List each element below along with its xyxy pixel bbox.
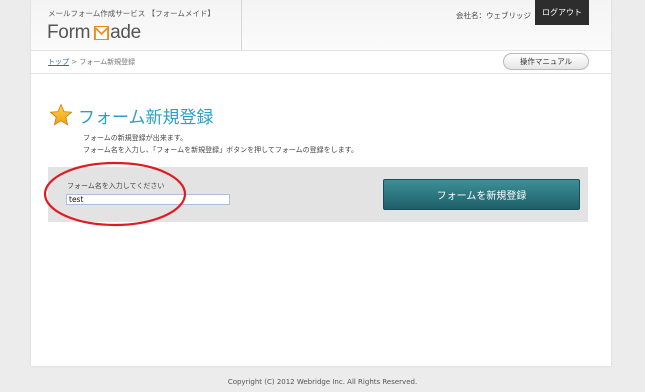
star-icon xyxy=(49,103,73,126)
page-description: フォームの新規登録が出来ます。 フォーム名を入力し、「フォームを新規登録」ボタン… xyxy=(83,132,358,156)
title-row: フォーム新規登録 xyxy=(49,102,214,128)
breadcrumb-separator: > xyxy=(71,58,78,66)
form-name-input[interactable] xyxy=(66,194,230,205)
logo-text-prefix: Form xyxy=(47,22,91,43)
logo-text-suffix: ade xyxy=(110,22,141,43)
breadcrumb-home-link[interactable]: トップ xyxy=(48,58,69,66)
breadcrumb-current: フォーム新規登録 xyxy=(79,58,136,66)
manual-button[interactable]: 操作マニュアル xyxy=(503,53,589,70)
breadcrumb: トップ > フォーム新規登録 xyxy=(48,57,135,67)
header-divider xyxy=(241,0,242,50)
register-form-button[interactable]: フォームを新規登録 xyxy=(383,179,580,210)
description-line-2: フォーム名を入力し、「フォームを新規登録」ボタンを押してフォームの登録をします。 xyxy=(83,146,358,154)
form-name-label: フォーム名を入力してください xyxy=(67,182,165,190)
description-line-1: フォームの新規登録が出来ます。 xyxy=(83,134,188,142)
envelope-m-icon xyxy=(94,26,110,40)
header: メールフォーム作成サービス 【フォームメイド】 Form ade 会社名：ウェブ… xyxy=(31,0,611,51)
logo[interactable]: Form ade xyxy=(47,22,141,44)
page-title: フォーム新規登録 xyxy=(78,107,214,128)
service-name: メールフォーム作成サービス 【フォームメイド】 xyxy=(48,9,215,18)
form-panel: フォーム名を入力してください フォームを新規登録 xyxy=(48,167,588,222)
logout-button[interactable]: ログアウト xyxy=(535,0,589,25)
company-name: 会社名：ウェブリッジ xyxy=(456,11,531,20)
footer-copyright: Copyright (C) 2012 Webridge Inc. All Rig… xyxy=(227,378,418,386)
page-container: メールフォーム作成サービス 【フォームメイド】 Form ade 会社名：ウェブ… xyxy=(31,0,611,366)
breadcrumb-bar: トップ > フォーム新規登録 操作マニュアル xyxy=(31,51,611,74)
